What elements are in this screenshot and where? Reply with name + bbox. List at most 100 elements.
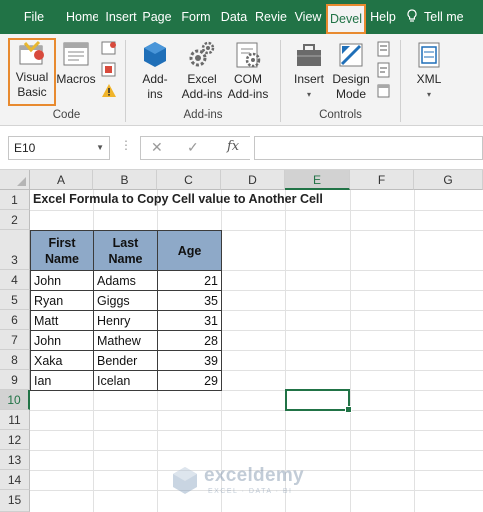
header-age[interactable]: Age <box>157 230 222 271</box>
cell-age[interactable]: 29 <box>157 370 222 391</box>
cell-age[interactable]: 31 <box>157 310 222 331</box>
tell-me-search[interactable]: Tell me <box>406 0 483 34</box>
row-header-2[interactable]: 2 <box>0 210 30 230</box>
row-header-8[interactable]: 8 <box>0 350 30 370</box>
relative-references-icon[interactable] <box>100 61 118 79</box>
insert-function-icon[interactable]: fx <box>227 139 239 154</box>
code-small-buttons <box>100 40 118 100</box>
group-label-code: Code <box>52 109 81 121</box>
xml-icon <box>418 42 440 68</box>
column-header-d[interactable]: D <box>221 170 285 190</box>
cell-last-name[interactable]: Giggs <box>93 290 158 311</box>
tab-view[interactable]: View <box>294 0 322 34</box>
com-addins-label-1: COM <box>234 72 262 86</box>
cell-last-name[interactable]: Henry <box>93 310 158 331</box>
xml-label: XML <box>416 72 442 86</box>
select-all-button[interactable] <box>0 170 30 190</box>
cell-last-name[interactable]: Mathew <box>93 330 158 351</box>
row-header-6[interactable]: 6 <box>0 310 30 330</box>
column-header-g[interactable]: G <box>414 170 483 190</box>
tab-home[interactable]: Home <box>66 0 98 34</box>
toolbox-icon <box>297 44 321 66</box>
row-header-4[interactable]: 4 <box>0 270 30 290</box>
cell-first-name[interactable]: Xaka <box>30 350 94 371</box>
properties-icon[interactable] <box>376 40 392 58</box>
cell-last-name[interactable]: Bender <box>93 350 158 371</box>
name-box[interactable]: E10 ▼ <box>8 136 110 160</box>
cell-first-name[interactable]: Matt <box>30 310 94 331</box>
tab-formulas[interactable]: Form <box>180 0 212 34</box>
lightbulb-icon <box>406 0 418 34</box>
worksheet-grid[interactable]: A B C D E F G 1 2 3 4 5 6 7 8 9 10 11 12… <box>0 170 483 512</box>
resize-handle-icon[interactable]: ⋮ <box>120 138 132 152</box>
cell-last-name[interactable]: Adams <box>93 270 158 291</box>
header-first-name[interactable]: First Name <box>30 230 94 271</box>
row-header-9[interactable]: 9 <box>0 370 30 390</box>
row-header-5[interactable]: 5 <box>0 290 30 310</box>
excel-addins-button[interactable]: Excel Add-ins <box>176 40 228 102</box>
cell-age[interactable]: 39 <box>157 350 222 371</box>
cancel-icon[interactable]: ✕ <box>151 139 163 156</box>
exceldemy-watermark: exceldemy EXCEL · DATA · BI <box>170 463 330 503</box>
active-cell-selection[interactable] <box>285 389 352 413</box>
table-row: Xaka Bender 39 <box>30 350 222 371</box>
chevron-down-icon[interactable]: ▼ <box>96 137 104 159</box>
row-header-10[interactable]: 10 <box>0 390 30 410</box>
gridline <box>30 210 483 211</box>
com-addins-button[interactable]: COM Add-ins <box>226 40 270 102</box>
table-row: Ryan Giggs 35 <box>30 290 222 311</box>
column-header-b[interactable]: B <box>93 170 157 190</box>
gridline <box>30 410 483 411</box>
tell-me-label: Tell me <box>424 10 464 24</box>
tab-insert[interactable]: Insert <box>103 0 139 34</box>
xml-button[interactable]: XML ▾ <box>408 40 450 102</box>
run-dialog-icon[interactable] <box>376 82 392 100</box>
cell-first-name[interactable]: John <box>30 330 94 351</box>
cell-last-name[interactable]: Icelan <box>93 370 158 391</box>
cell-first-name[interactable]: Ian <box>30 370 94 391</box>
cell-first-name[interactable]: John <box>30 270 94 291</box>
sheet-title-cell[interactable]: Excel Formula to Copy Cell value to Anot… <box>33 192 323 206</box>
tab-help[interactable]: Help <box>369 0 397 34</box>
cell-age[interactable]: 35 <box>157 290 222 311</box>
tab-data[interactable]: Data <box>220 0 248 34</box>
ribbon-tab-bar: File Home Insert Page Form Data Revie Vi… <box>0 0 483 34</box>
header-last-name[interactable]: Last Name <box>93 230 158 271</box>
cell-first-name[interactable]: Ryan <box>30 290 94 311</box>
row-header-12[interactable]: 12 <box>0 430 30 450</box>
row-header-14[interactable]: 14 <box>0 470 30 490</box>
tab-file[interactable]: File <box>20 0 48 34</box>
header-last-name-text: Last Name <box>108 235 143 266</box>
addins-button[interactable]: Add- ins <box>134 40 176 102</box>
view-code-icon[interactable] <box>376 61 392 79</box>
gridline <box>30 450 483 451</box>
name-box-value: E10 <box>14 141 36 155</box>
macro-security-icon[interactable] <box>100 82 118 100</box>
record-macro-icon[interactable] <box>100 40 118 58</box>
cell-age[interactable]: 21 <box>157 270 222 291</box>
enter-icon[interactable]: ✓ <box>187 139 199 156</box>
chevron-down-icon: ▾ <box>306 90 311 99</box>
macros-button[interactable]: Macros <box>56 40 96 87</box>
column-header-e[interactable]: E <box>285 170 350 190</box>
row-header-13[interactable]: 13 <box>0 450 30 470</box>
column-header-f[interactable]: F <box>350 170 414 190</box>
column-header-c[interactable]: C <box>157 170 221 190</box>
insert-controls-button[interactable]: Insert ▾ <box>288 40 330 102</box>
row-header-1[interactable]: 1 <box>0 190 30 210</box>
cell-age[interactable]: 28 <box>157 330 222 351</box>
design-mode-button[interactable]: Design Mode <box>330 40 372 102</box>
gear-icon <box>189 41 215 67</box>
tab-page-layout[interactable]: Page <box>142 0 172 34</box>
column-header-a[interactable]: A <box>30 170 93 190</box>
formula-bar: E10 ▼ ⋮ ✕ ✓ fx <box>0 126 483 170</box>
visual-basic-button[interactable]: Visual Basic <box>10 40 54 100</box>
row-header-15[interactable]: 15 <box>0 490 30 512</box>
visual-basic-icon <box>19 40 44 65</box>
formula-input[interactable] <box>254 136 483 160</box>
tab-developer[interactable]: Devel <box>326 4 366 34</box>
row-header-7[interactable]: 7 <box>0 330 30 350</box>
row-header-3[interactable]: 3 <box>0 230 30 270</box>
row-header-11[interactable]: 11 <box>0 410 30 430</box>
tab-review[interactable]: Revie <box>255 0 287 34</box>
